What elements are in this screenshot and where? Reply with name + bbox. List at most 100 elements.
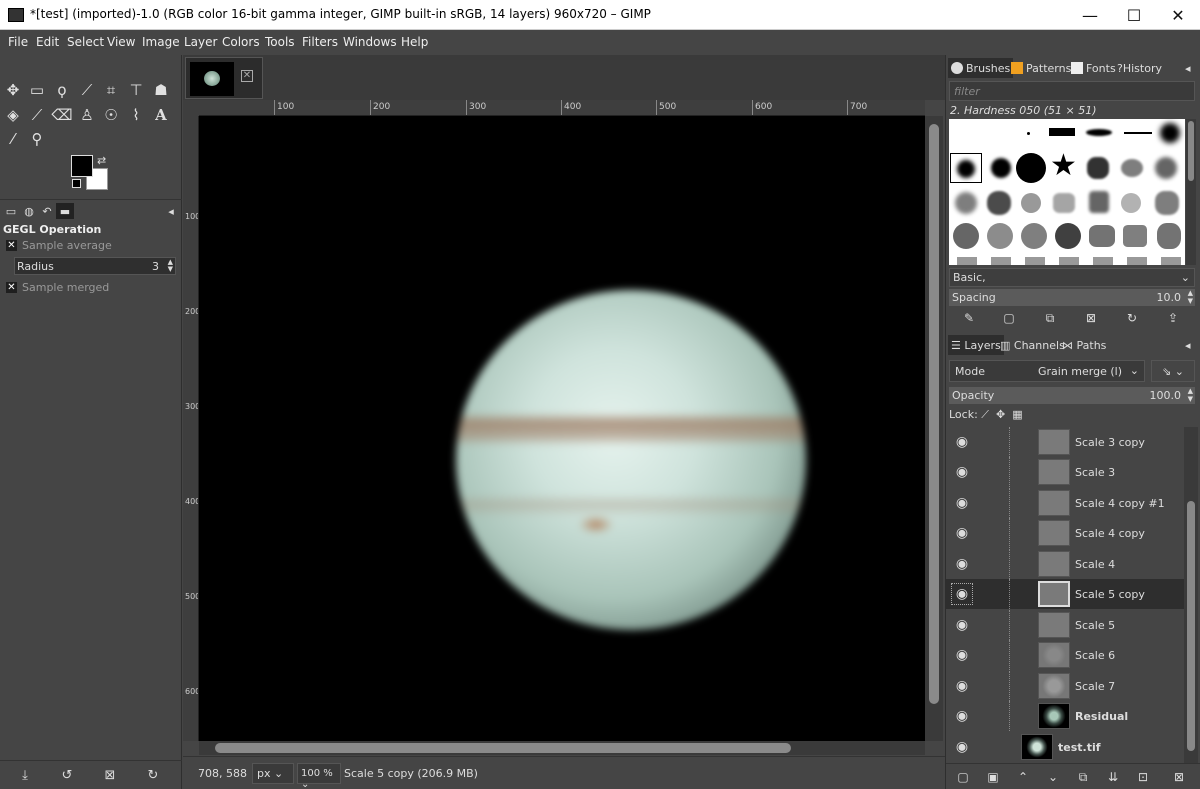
radius-stepper-icon[interactable]: ▲ ▼ [168,259,173,273]
eraser-icon[interactable]: ⌫ [51,104,73,126]
minimize-button[interactable]: — [1068,0,1112,30]
brush-thumb[interactable] [1087,157,1109,179]
menu-help[interactable]: Help [401,35,428,49]
brush-thumb[interactable] [1161,257,1181,265]
menu-layer[interactable]: Layer [184,35,217,49]
eye-icon[interactable]: ◉ [951,492,973,514]
transform-icon[interactable]: ⊤ [125,79,147,101]
brush-thumb[interactable] [1121,193,1141,213]
move-tool-icon[interactable]: ✥ [2,79,24,101]
eye-icon[interactable]: ◉ [951,583,973,605]
brush-thumb[interactable] [1021,223,1047,249]
layer-row[interactable]: ◉ Scale 7 [946,671,1184,701]
brush-thumb[interactable] [953,223,979,249]
menu-tools[interactable]: Tools [265,35,295,49]
vertical-scrollbar[interactable] [925,116,943,741]
delete-brush-icon[interactable]: ⊠ [1082,309,1100,327]
eye-icon[interactable]: ◉ [951,431,973,453]
open-brush-as-image-icon[interactable]: ⇪ [1164,309,1182,327]
color-picker-icon[interactable]: ⁄ [2,128,24,150]
brush-thumb[interactable] [1123,225,1147,247]
eye-icon[interactable]: ◉ [951,705,973,727]
brush-thumb[interactable] [987,223,1013,249]
lock-position-icon[interactable]: ✥ [996,408,1005,421]
brush-thumb[interactable] [1155,157,1177,179]
brush-thumb[interactable] [1127,257,1147,265]
brush-tag-selector[interactable]: Basic, ⌄ [949,268,1195,287]
brush-thumb[interactable] [1027,132,1030,135]
image-canvas[interactable] [199,116,925,741]
menu-image[interactable]: Image [142,35,180,49]
layer-row[interactable]: ◉ Scale 4 copy [946,518,1184,548]
fuzzy-select-icon[interactable]: ⟋ [76,79,98,101]
brush-thumb[interactable] [1053,193,1075,213]
tab-history[interactable]: ? History [1114,58,1165,78]
lock-pixels-icon[interactable]: ⟋ [981,408,989,421]
brush-filter-input[interactable]: filter [949,81,1195,101]
lock-alpha-icon[interactable]: ▦ [1012,408,1022,421]
paintbrush-icon[interactable]: ⟋ [26,104,48,126]
paths-icon[interactable]: ⌇ [125,104,147,126]
layer-row-selected[interactable]: ◉ Scale 5 copy [946,579,1184,609]
layer-row[interactable]: ◉ Scale 4 [946,549,1184,579]
brush-thumb[interactable] [1160,123,1180,143]
brush-thumb[interactable] [1025,257,1045,265]
reset-options-icon[interactable]: ↻ [143,766,163,784]
horizontal-scrollbar[interactable] [199,741,925,755]
star-brush-icon[interactable]: ★ [1050,149,1077,183]
device-status-tab-icon[interactable]: ◍ [20,203,38,219]
tab-channels[interactable]: ▥ Channels [997,335,1068,355]
layer-row[interactable]: ◉ Scale 3 [946,457,1184,487]
brush-thumb[interactable] [1121,159,1143,177]
tab-fonts[interactable]: Fonts [1068,58,1119,78]
brush-thumb[interactable] [1016,153,1046,183]
delete-layer-icon[interactable]: ⊠ [1170,768,1188,786]
restore-options-icon[interactable]: ↺ [57,766,77,784]
brush-thumb[interactable] [1086,129,1112,136]
opacity-slider[interactable]: Opacity 100.0 ▲ ▼ [949,387,1195,404]
swap-colors-icon[interactable]: ⇄ [97,154,106,167]
layer-row[interactable]: ◉ Scale 5 [946,610,1184,640]
new-layer-group-icon[interactable]: ▣ [984,768,1002,786]
brush-grid[interactable]: ★ [949,119,1185,265]
foreground-color-swatch[interactable] [71,155,93,177]
eye-icon[interactable]: ◉ [951,675,973,697]
brush-thumb[interactable] [1093,257,1113,265]
menu-filters[interactable]: Filters [302,35,338,49]
layer-mask-icon[interactable]: ⊡ [1134,768,1152,786]
duplicate-brush-icon[interactable]: ⧉ [1041,309,1059,327]
brush-grid-scrollbar[interactable] [1186,119,1196,265]
eye-icon[interactable]: ◉ [951,461,973,483]
tool-options-menu-icon[interactable]: ◂ [162,203,180,219]
text-tool-icon[interactable]: A [150,104,172,126]
raise-layer-icon[interactable]: ⌃ [1014,768,1032,786]
brush-thumb[interactable] [1155,191,1179,215]
zoom-tool-icon[interactable]: ⚲ [26,128,48,150]
close-image-tab-icon[interactable]: ✕ [241,70,253,82]
brush-thumb[interactable] [991,158,1011,178]
brush-thumb[interactable] [991,257,1011,265]
brush-thumb[interactable] [987,191,1011,215]
eye-icon[interactable]: ◉ [951,614,973,636]
unit-selector[interactable]: px ⌄ [252,763,294,784]
brush-thumb[interactable] [1059,257,1079,265]
brush-thumb[interactable] [955,192,977,214]
new-brush-icon[interactable]: ▢ [1000,309,1018,327]
layer-row[interactable]: ◉ Scale 6 [946,640,1184,670]
brush-thumb[interactable] [1089,191,1109,213]
sample-average-checkbox[interactable]: ✕ [6,240,17,251]
brush-thumb[interactable] [1124,132,1152,134]
brush-thumb[interactable] [957,257,977,265]
spacing-stepper-icon[interactable]: ▲ ▼ [1188,289,1193,305]
image-tab[interactable]: ✕ [185,57,263,99]
brush-thumb[interactable] [1021,193,1041,213]
opacity-stepper-icon[interactable]: ▲ ▼ [1188,387,1193,403]
zoom-selector[interactable]: 100 % ⌄ [297,763,341,789]
layer-row[interactable]: ◉ test.tif [946,732,1184,762]
sample-merged-checkbox[interactable]: ✕ [6,282,17,293]
gegl-tab-icon[interactable]: ▬ [56,203,74,219]
warp-icon[interactable]: ☗ [150,79,172,101]
close-button[interactable]: ✕ [1156,0,1200,30]
spacing-slider[interactable]: Spacing 10.0 ▲ ▼ [949,289,1195,306]
save-options-icon[interactable]: ⤓ [15,766,35,784]
